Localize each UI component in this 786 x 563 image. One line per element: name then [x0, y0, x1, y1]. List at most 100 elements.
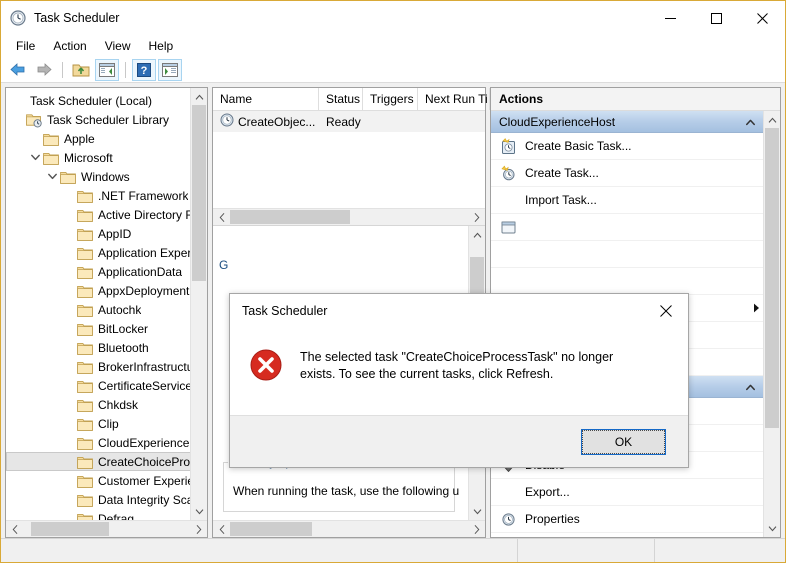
tree-item[interactable]: Customer Experien — [6, 471, 207, 490]
action-item[interactable]: Export... — [491, 479, 763, 506]
tree-item[interactable]: Application Experie — [6, 243, 207, 262]
tree-item[interactable]: Clip — [6, 414, 207, 433]
show-hide-console-tree-icon[interactable] — [95, 59, 119, 81]
close-button[interactable] — [739, 2, 785, 34]
action-item[interactable]: Create Basic Task... — [491, 133, 763, 160]
table-cell-name: CreateObjec... — [213, 113, 319, 130]
list-horizontal-scrollbar[interactable] — [213, 208, 485, 225]
detail-scroll-left-icon[interactable] — [213, 521, 230, 537]
tree-chevron-placeholder — [61, 471, 77, 490]
list-column-header[interactable]: Next Run Ti — [418, 88, 490, 110]
tree-item[interactable]: CloudExperienceH — [6, 433, 207, 452]
actions-scroll-thumb[interactable] — [765, 128, 779, 428]
tree-scroll-thumb[interactable] — [192, 105, 206, 281]
menu-view[interactable]: View — [96, 36, 140, 56]
scroll-up-icon[interactable] — [191, 88, 207, 105]
actions-vertical-scrollbar[interactable] — [763, 111, 780, 537]
action-item[interactable] — [491, 214, 763, 241]
tree-item[interactable]: ApplicationData — [6, 262, 207, 281]
tree-item[interactable]: BrokerInfrastructur — [6, 357, 207, 376]
chevron-down-icon[interactable] — [44, 167, 60, 186]
actions-scroll-track[interactable] — [764, 128, 780, 520]
tree-hscroll-thumb[interactable] — [31, 522, 109, 536]
detail-scroll-down-icon[interactable] — [469, 503, 485, 520]
tree-hscroll-track[interactable] — [23, 521, 190, 537]
folder-icon — [77, 512, 93, 521]
tree-item[interactable]: Windows — [6, 167, 207, 186]
detail-scroll-right-icon[interactable] — [468, 521, 485, 537]
tree-item[interactable]: AppxDeploymentC — [6, 281, 207, 300]
help-icon[interactable]: ? — [132, 59, 156, 81]
action-item[interactable]: Properties — [491, 506, 763, 533]
detail-hscroll-track[interactable] — [230, 521, 468, 537]
detail-scroll-up-icon[interactable] — [469, 226, 485, 243]
tree-scroll-area: Task Scheduler (Local)Task Scheduler Lib… — [6, 88, 207, 520]
tree-item[interactable]: AppID — [6, 224, 207, 243]
list-column-header[interactable]: Status — [319, 88, 363, 110]
menu-help[interactable]: Help — [140, 36, 183, 56]
tree-item[interactable]: Chkdsk — [6, 395, 207, 414]
chevron-up-icon[interactable] — [746, 115, 755, 129]
tree-item[interactable]: Active Directory Ri — [6, 205, 207, 224]
tree-icon-placeholder — [26, 94, 28, 108]
tree-chevron-placeholder — [61, 186, 77, 205]
create-task-icon — [499, 164, 517, 182]
tree-horizontal-scrollbar[interactable] — [6, 520, 207, 537]
tree-chevron-placeholder — [61, 319, 77, 338]
task-clock-icon — [220, 113, 234, 130]
list-scroll-left-icon[interactable] — [213, 209, 230, 225]
dialog-titlebar: Task Scheduler — [230, 294, 688, 327]
list-hscroll-track[interactable] — [230, 209, 468, 225]
table-row[interactable]: CreateObjec...Ready — [213, 111, 485, 132]
back-icon[interactable] — [6, 59, 30, 81]
chevron-up-icon[interactable] — [746, 380, 755, 394]
actions-group-header[interactable]: CloudExperienceHost — [491, 111, 763, 133]
maximize-button[interactable] — [693, 2, 739, 34]
tree-item[interactable]: .NET Framework — [6, 186, 207, 205]
tree-item[interactable]: Defrag — [6, 509, 207, 520]
show-hide-action-pane-icon[interactable] — [158, 59, 182, 81]
tree-item[interactable]: Task Scheduler (Local) — [6, 91, 207, 110]
tree-item[interactable]: CreateChoiceProce — [6, 452, 207, 471]
tree-item[interactable]: Microsoft — [6, 148, 207, 167]
scroll-right-icon[interactable] — [190, 521, 207, 537]
toolbar-separator-2 — [125, 62, 126, 78]
action-item[interactable] — [491, 268, 763, 295]
action-item[interactable]: Import Task... — [491, 187, 763, 214]
ok-button-label: OK — [582, 430, 665, 454]
menu-action[interactable]: Action — [44, 36, 95, 56]
list-hscroll-thumb[interactable] — [230, 210, 350, 224]
minimize-button[interactable] — [647, 2, 693, 34]
detail-horizontal-scrollbar[interactable] — [213, 520, 485, 537]
tree-item[interactable]: Apple — [6, 129, 207, 148]
scroll-down-icon[interactable] — [191, 503, 207, 520]
ok-button[interactable]: OK — [581, 429, 666, 455]
tree-item[interactable]: Data Integrity Scan — [6, 490, 207, 509]
tree-chevron-placeholder — [61, 376, 77, 395]
tree-scroll-track[interactable] — [191, 105, 207, 503]
tree-item[interactable]: CertificateServices — [6, 376, 207, 395]
tree-vertical-scrollbar[interactable] — [190, 88, 207, 520]
list-scroll-right-icon[interactable] — [468, 209, 485, 225]
menu-file[interactable]: File — [7, 36, 44, 56]
scroll-left-icon[interactable] — [6, 521, 23, 537]
folder-icon — [77, 436, 93, 450]
action-item[interactable] — [491, 241, 763, 268]
forward-icon[interactable] — [32, 59, 56, 81]
chevron-down-icon[interactable] — [27, 148, 43, 167]
status-cell-2 — [518, 539, 654, 562]
tree-item[interactable]: Task Scheduler Library — [6, 110, 207, 129]
list-column-header[interactable]: Triggers — [363, 88, 418, 110]
up-folder-icon[interactable] — [69, 59, 93, 81]
action-item[interactable]: Create Task... — [491, 160, 763, 187]
actions-scroll-down-icon[interactable] — [764, 520, 780, 537]
dialog-close-button[interactable] — [644, 295, 688, 327]
tree-item[interactable]: Autochk — [6, 300, 207, 319]
tree-item[interactable]: Bluetooth — [6, 338, 207, 357]
detail-hscroll-thumb[interactable] — [230, 522, 312, 536]
submenu-arrow-icon[interactable] — [749, 303, 763, 313]
actions-scroll-up-icon[interactable] — [764, 111, 780, 128]
tree-item[interactable]: BitLocker — [6, 319, 207, 338]
list-column-header[interactable]: Name — [213, 88, 319, 110]
action-item[interactable]: Delete — [491, 533, 763, 537]
